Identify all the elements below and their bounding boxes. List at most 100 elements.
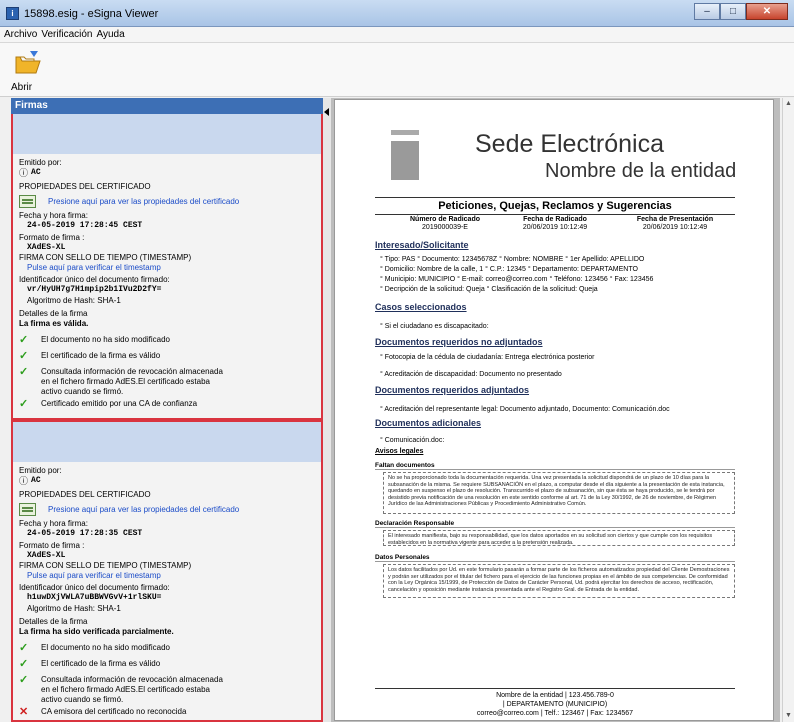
footer-line-2: | DEPARTAMENTO (MUNICIPIO) <box>502 701 608 708</box>
signatures-pane: Firmas Firmas Emitido por: ⓘAC PROPIEDAD… <box>11 98 323 722</box>
timestamp-link[interactable]: Pulse aquí para verificar el timestamp <box>19 571 315 581</box>
faltan-text: No se ha proporcionado toda la documenta… <box>383 472 735 514</box>
check-icon: ✓ <box>19 674 29 686</box>
info-icon: ⓘ <box>19 476 29 486</box>
menu-bar: Archivo Verificación Ayuda <box>0 27 794 43</box>
signature-banner <box>13 422 321 462</box>
datos-text: Los datos facilitados por Ud. en este fo… <box>383 564 735 598</box>
cross-icon: ✕ <box>19 706 29 718</box>
rad-date: Fecha de Radicado 20/06/2019 10:12:49 <box>522 216 588 231</box>
applicant-line-2: ° Domicilio: Nombre de la calle, 1 ° C.P… <box>380 266 638 273</box>
signature-banner <box>13 114 321 154</box>
details-label: Detalles de la firma <box>19 617 88 626</box>
applicant-line-3: ° Municipio: MUNICIPIO ° E-mail: correo@… <box>380 276 654 283</box>
footer-line-3: correo@correo.com | Telf.: 123467 | Fax:… <box>476 710 634 717</box>
certificate-icon <box>19 195 36 208</box>
format-label: Formato de firma : <box>19 233 85 242</box>
check-text: El certificado de la firma es válido <box>41 659 161 668</box>
vertical-scrollbar[interactable]: ▲ ▼ <box>782 98 794 722</box>
menu-verificacion[interactable]: Verificación <box>41 27 96 42</box>
datetime-value: 24-05-2019 17:28:45 CEST <box>27 221 143 230</box>
doc-id-label: Identificador único del documento firmad… <box>19 275 170 284</box>
sede-title: Sede Electrónica <box>475 130 665 158</box>
scroll-down-icon[interactable]: ▼ <box>785 712 792 720</box>
format-value: XAdES-XL <box>27 243 66 252</box>
check-text: El documento no ha sido modificado <box>41 335 170 344</box>
section-adjuntados: Documentos requeridos adjuntados <box>375 385 530 395</box>
menu-ayuda[interactable]: Ayuda <box>97 27 129 42</box>
format-value: XAdES-XL <box>27 551 66 560</box>
open-folder-icon <box>15 51 41 74</box>
check-text: CA emisora del certificado no reconocida <box>41 707 187 716</box>
info-icon: ⓘ <box>19 168 29 178</box>
adj-item-1: ° Acreditación del representante legal: … <box>380 406 670 413</box>
toolbar: Abrir <box>0 43 794 97</box>
doc-id-label: Identificador único del documento firmad… <box>19 583 170 592</box>
menu-archivo[interactable]: Archivo <box>4 27 41 42</box>
check-icon: ✓ <box>19 366 29 378</box>
section-no-adjuntados: Documentos requeridos no adjuntados <box>375 337 543 347</box>
check-icon: ✓ <box>19 642 29 654</box>
check-text: Consultada información de revocación alm… <box>41 367 223 396</box>
check-text: Certificado emitido por una CA de confia… <box>41 399 198 408</box>
cert-props-label: PROPIEDADES DEL CERTIFICADO <box>19 182 151 191</box>
pane-splitter[interactable] <box>323 98 331 722</box>
check-icon: ✓ <box>19 334 29 346</box>
signature-status: La firma ha sido verificada parcialmente… <box>19 627 174 636</box>
section-interesado: Interesado/Solicitante <box>375 240 469 250</box>
cert-props-link[interactable]: Presione aquí para ver las propiedades d… <box>48 197 239 207</box>
signature-panel-1[interactable]: Firmas Emitido por: ⓘ AC PROPIEDADES DEL … <box>11 98 323 420</box>
cert-props-label: PROPIEDADES DEL CERTIFICADO <box>19 490 151 499</box>
scroll-up-icon[interactable]: ▲ <box>785 100 792 108</box>
document-page: Sede Electrónica Nombre de la entidad Pe… <box>334 99 774 721</box>
noadj-item-2: ° Acreditación de discapacidad: Document… <box>380 371 562 378</box>
section-adicionales: Documentos adicionales <box>375 418 482 428</box>
hash-algorithm: Algoritmo de Hash: SHA-1 <box>27 296 121 305</box>
rad-number: Número de Radicado 2019000039-E <box>409 216 480 231</box>
decl-title: Declaración Responsable <box>375 520 735 528</box>
datetime-label: Fecha y hora firma: <box>19 211 88 220</box>
doc-id-value: h1uwDXjVWLA7uBBWVGvV+1rlSKU= <box>27 593 162 602</box>
details-label: Detalles de la firma <box>19 309 88 318</box>
minimize-button[interactable]: – <box>694 3 720 20</box>
issuer: AC <box>31 476 41 485</box>
check-icon: ✓ <box>19 658 29 670</box>
signatures-header-overlay: Firmas <box>11 98 323 114</box>
timestamp-link[interactable]: Pulse aquí para verificar el timestamp <box>19 263 315 273</box>
decl-text: El interesado manifiesta, bajo su respon… <box>383 530 735 546</box>
collapse-arrow-icon[interactable] <box>324 108 329 116</box>
open-button[interactable]: Abrir <box>8 49 48 95</box>
entity-name: Nombre de la entidad <box>545 160 737 182</box>
title-bar: i 15898.esig - eSigna Viewer – □ ✕ <box>0 0 794 27</box>
faltan-title: Faltan documentos <box>375 462 735 470</box>
applicant-line-1: ° Tipo: PAS ° Documento: 12345678Z ° Nom… <box>380 256 645 263</box>
issued-by-label: Emitido por: <box>19 158 62 167</box>
maximize-button[interactable]: □ <box>720 3 746 20</box>
adic-item-1: ° Comunicación.doc: <box>380 437 445 444</box>
check-icon: ✓ <box>19 350 29 362</box>
section-casos: Casos seleccionados <box>375 302 467 312</box>
check-text: El certificado de la firma es válido <box>41 351 161 360</box>
avisos-legales: Avisos legales <box>375 448 424 455</box>
window-title: 15898.esig - eSigna Viewer <box>24 8 159 20</box>
datetime-value: 24-05-2019 17:28:35 CEST <box>27 529 143 538</box>
open-label: Abrir <box>11 82 33 93</box>
document-footer: Nombre de la entidad | 123.456.789-0 | D… <box>375 688 735 718</box>
close-button[interactable]: ✕ <box>746 3 788 20</box>
pqrs-title: Peticiones, Quejas, Reclamos y Sugerenci… <box>375 197 735 215</box>
check-text: El documento no ha sido modificado <box>41 643 170 652</box>
presentation-date: Fecha de Presentación 20/06/2019 10:12:49 <box>636 216 714 231</box>
check-icon: ✓ <box>19 398 29 410</box>
footer-line-1: Nombre de la entidad | 123.456.789-0 <box>496 692 614 699</box>
noadj-item-1: ° Fotocopia de la cédula de ciudadanía: … <box>380 354 595 361</box>
format-label: Formato de firma : <box>19 541 85 550</box>
timestamp-label: FIRMA CON SELLO DE TIEMPO (TIMESTAMP) <box>19 253 192 262</box>
app-icon: i <box>6 7 19 20</box>
signature-panel-2[interactable]: Emitido por: ⓘ AC PROPIEDADES DEL CERTIFI… <box>11 420 323 722</box>
applicant-line-4: ° Decripción de la solicitud: Queja ° Cl… <box>380 286 598 293</box>
datos-title: Datos Personales <box>375 554 735 562</box>
hash-algorithm: Algoritmo de Hash: SHA-1 <box>27 604 121 613</box>
entity-logo <box>391 130 419 180</box>
issued-by-label: Emitido por: <box>19 466 62 475</box>
cert-props-link[interactable]: Presione aquí para ver las propiedades d… <box>48 505 239 515</box>
